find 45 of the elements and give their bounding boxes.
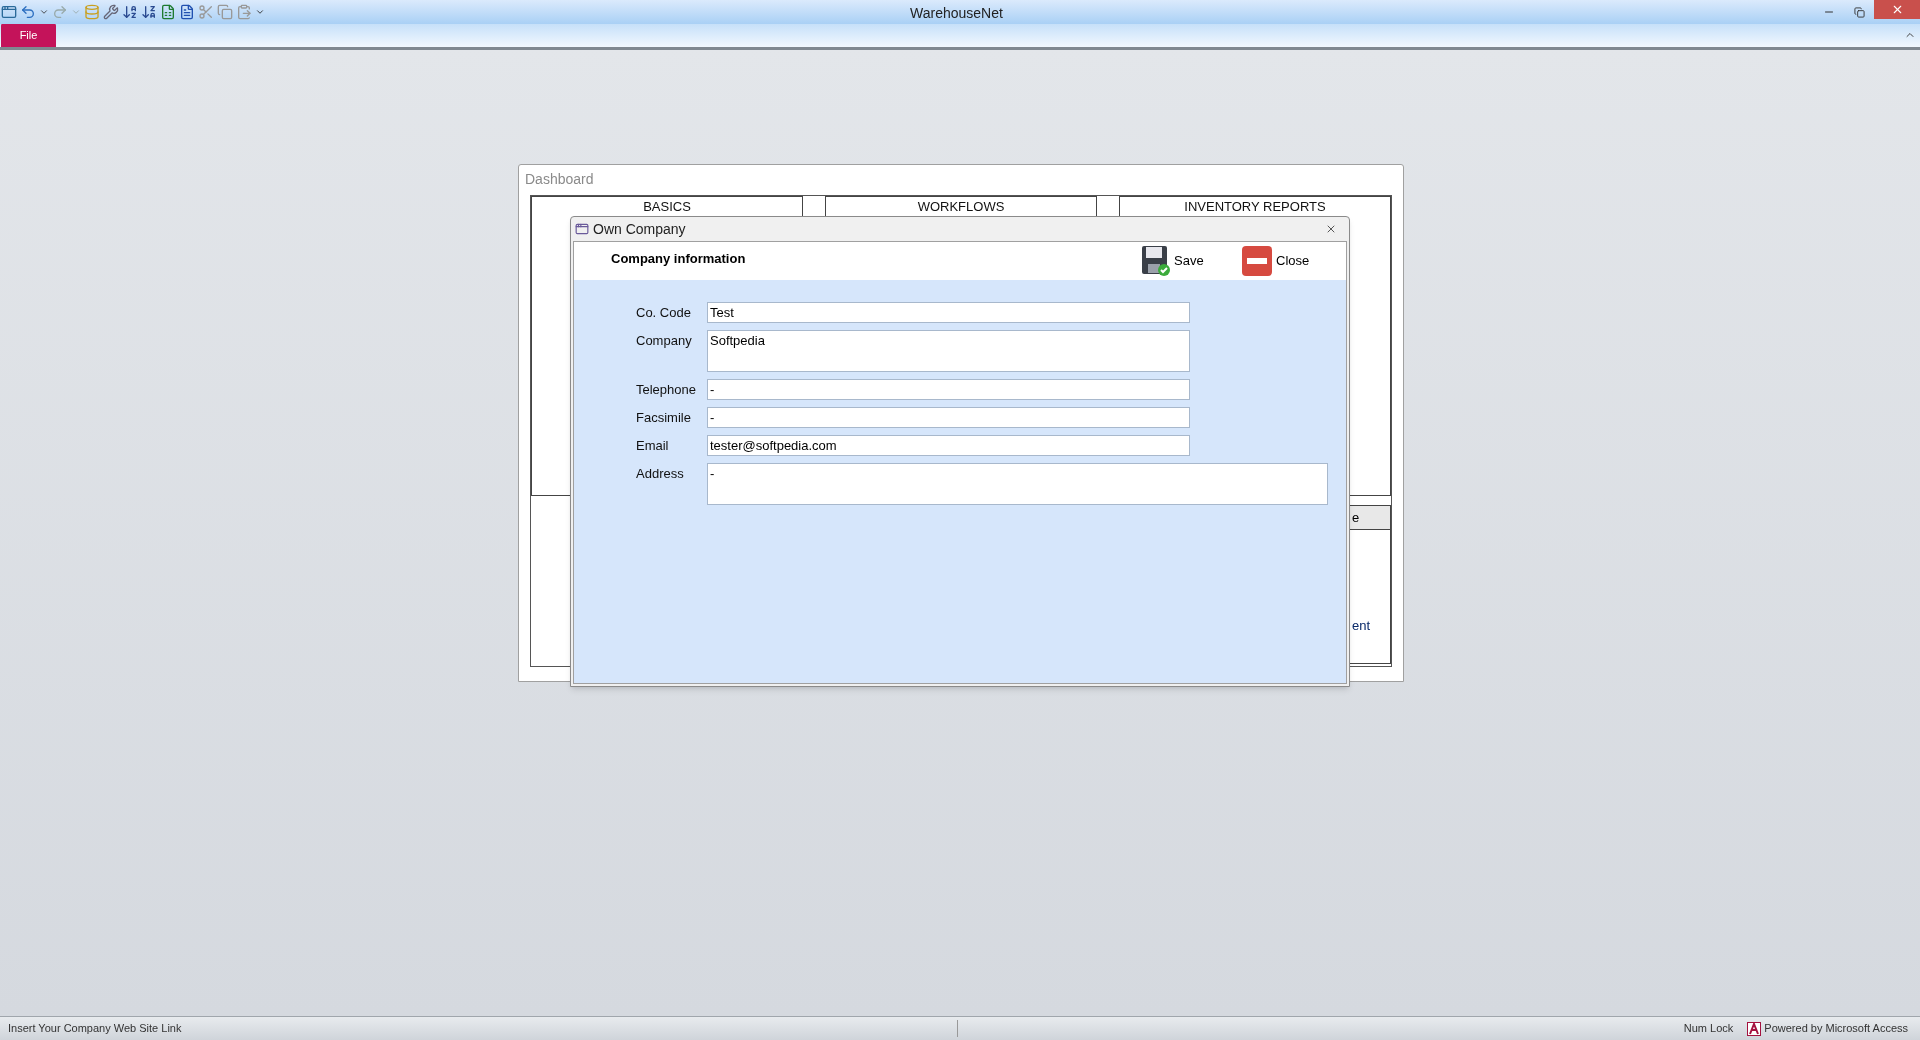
section-heading: INVENTORY REPORTS	[1184, 198, 1326, 216]
form-view-icon[interactable]	[1, 4, 17, 20]
field-label: Telephone	[636, 381, 697, 399]
window-title: WarehouseNet	[910, 4, 1003, 23]
status-message: Insert Your Company Web Site Link	[0, 1020, 958, 1037]
close-icon[interactable]	[1325, 223, 1337, 235]
section-heading: WORKFLOWS	[917, 198, 1005, 216]
powered-by-text: Powered by Microsoft Access	[1764, 1021, 1908, 1037]
field-label: Facsimile	[636, 409, 692, 427]
section-title: Company information	[611, 250, 747, 268]
wrench-icon[interactable]	[103, 4, 119, 20]
save-button[interactable]: Save	[1141, 245, 1241, 277]
section-heading: BASICS	[643, 198, 691, 216]
sort-descending-icon[interactable]	[141, 4, 157, 20]
file-tab[interactable]: File	[1, 23, 56, 47]
text-field[interactable]: -	[707, 379, 1190, 400]
text-field[interactable]: -	[707, 407, 1190, 428]
paste-icon[interactable]	[236, 4, 252, 20]
floppy-disk-icon	[1141, 245, 1171, 277]
database-icon[interactable]	[84, 4, 100, 20]
close-button[interactable]	[1874, 0, 1920, 19]
access-logo-icon	[1747, 1021, 1762, 1036]
report-link[interactable]: ent	[1352, 616, 1371, 636]
copy-icon[interactable]	[217, 4, 233, 20]
num-lock-indicator: Num Lock	[1683, 1021, 1734, 1037]
restore-icon	[1853, 6, 1865, 18]
field-label: Email	[636, 437, 670, 455]
customize-icon[interactable]	[255, 7, 265, 17]
sort-ascending-icon[interactable]	[122, 4, 138, 20]
form-icon	[575, 222, 589, 236]
text-field[interactable]: tester@softpedia.com	[707, 435, 1190, 456]
undo-icon[interactable]	[20, 4, 36, 20]
field-label: Company	[636, 332, 693, 350]
field-label: Co. Code	[636, 304, 692, 322]
close-button[interactable]: Close	[1241, 245, 1321, 277]
close-box-icon	[1241, 245, 1273, 277]
text-area[interactable]: Softpedia	[707, 330, 1190, 372]
document-icon[interactable]	[179, 4, 195, 20]
text-area[interactable]: -	[707, 463, 1328, 505]
dashboard-title: Dashboard	[524, 170, 595, 189]
caret-icon[interactable]	[39, 7, 49, 17]
spreadsheet-icon[interactable]	[160, 4, 176, 20]
dialog-title: Own Company	[593, 219, 686, 239]
field-label: Address	[636, 465, 685, 483]
text-field[interactable]: Test	[707, 302, 1190, 323]
